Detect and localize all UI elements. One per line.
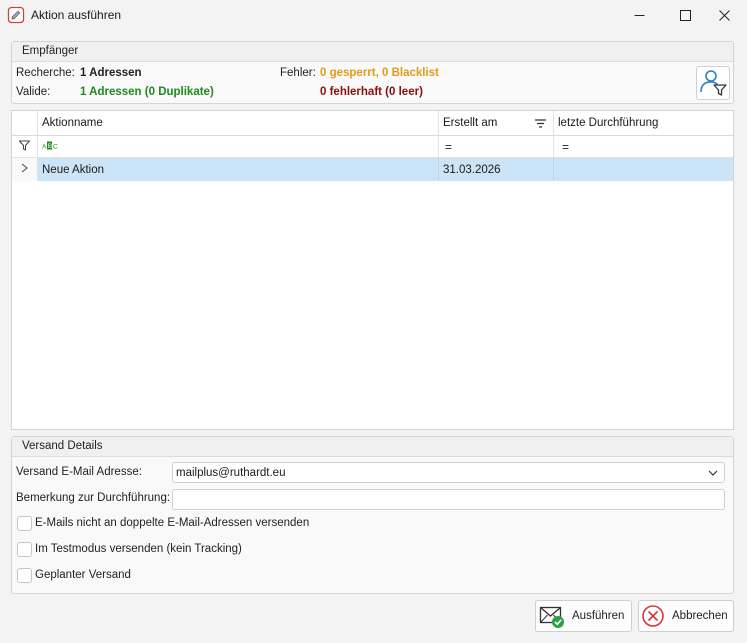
recipients-group: Empfänger Recherche: 1 Adressen Valide: …	[11, 41, 734, 104]
scheduled-label: Geplanter Versand	[35, 569, 131, 581]
email-address-select[interactable]: mailplus@ruthardt.eu	[172, 462, 725, 483]
email-address-label: Versand E-Mail Adresse:	[16, 466, 142, 478]
svg-text:A: A	[42, 143, 47, 150]
actions-grid: Aktionname Erstellt am letzte Durchführu…	[11, 110, 734, 430]
filter-cell-erstellt-am[interactable]: =	[439, 136, 554, 157]
cell-erstellt-am[interactable]: 31.03.2026	[439, 158, 554, 181]
minimize-button[interactable]	[616, 0, 662, 30]
no-duplicates-checkbox[interactable]	[17, 516, 32, 531]
table-row[interactable]: Neue Aktion 31.03.2026	[12, 158, 733, 181]
abc-filter-icon[interactable]: A B C	[42, 141, 58, 153]
column-header-erstellt-am-label: Erstellt am	[443, 117, 498, 129]
svg-text:B: B	[48, 143, 52, 150]
remark-label: Bemerkung zur Durchführung:	[16, 492, 171, 504]
research-value: 1 Adressen	[80, 67, 142, 79]
filter-cell-letzte-durchfuehrung[interactable]: =	[554, 136, 733, 157]
errors-value: 0 gesperrt, 0 Blacklist	[320, 67, 439, 79]
chevron-right-icon[interactable]	[21, 163, 28, 176]
user-filter-icon	[698, 67, 728, 100]
grid-filter-row: A B C = =	[12, 136, 733, 158]
no-duplicates-label: E-Mails nicht an doppelte E-Mail-Adresse…	[35, 517, 310, 529]
cancel-circle-icon	[641, 604, 665, 631]
scheduled-checkbox[interactable]	[17, 568, 32, 583]
mail-send-icon	[539, 603, 565, 632]
sort-filter-icon[interactable]	[535, 119, 546, 131]
cell-aktionname[interactable]: Neue Aktion	[38, 158, 439, 181]
app-icon	[7, 6, 25, 24]
recipients-group-title: Empfänger	[12, 42, 733, 62]
recipient-filter-button[interactable]	[696, 66, 730, 100]
grid-corner-cell	[12, 111, 38, 135]
column-header-letzte-durchfuehrung[interactable]: letzte Durchführung	[554, 111, 733, 135]
row-expand-cell[interactable]	[12, 158, 38, 181]
equals-operator: =	[562, 139, 570, 154]
test-mode-label: Im Testmodus versenden (kein Tracking)	[35, 543, 242, 555]
funnel-icon	[18, 140, 31, 154]
faulty-value: 0 fehlerhaft (0 leer)	[320, 86, 423, 98]
email-address-value: mailplus@ruthardt.eu	[176, 466, 286, 479]
cancel-button-label: Abbrechen	[672, 610, 728, 622]
window-title: Aktion ausführen	[31, 8, 122, 22]
column-header-aktionname[interactable]: Aktionname	[38, 111, 439, 135]
remark-input[interactable]	[172, 489, 725, 510]
filter-cell-aktionname[interactable]: A B C	[38, 136, 439, 157]
shipping-group-title: Versand Details	[12, 437, 733, 457]
valid-label: Valide:	[16, 86, 51, 98]
cancel-button[interactable]: Abbrechen	[638, 600, 734, 632]
shipping-details-group: Versand Details Versand E-Mail Adresse: …	[11, 436, 734, 594]
svg-text:C: C	[53, 143, 58, 150]
title-bar: Aktion ausführen	[0, 0, 747, 30]
close-button[interactable]	[701, 0, 747, 30]
research-label: Recherche:	[16, 67, 75, 79]
execute-button[interactable]: Ausführen	[535, 600, 632, 632]
test-mode-checkbox[interactable]	[17, 542, 32, 557]
execute-button-label: Ausführen	[572, 610, 625, 622]
cell-letzte-durchfuehrung[interactable]	[554, 158, 733, 181]
valid-value: 1 Adressen (0 Duplikate)	[80, 86, 214, 98]
errors-label: Fehler:	[280, 67, 316, 79]
filter-row-icon-cell	[12, 136, 38, 157]
grid-header-row: Aktionname Erstellt am letzte Durchführu…	[12, 111, 733, 136]
equals-operator: =	[445, 139, 453, 154]
column-header-erstellt-am[interactable]: Erstellt am	[439, 111, 554, 135]
chevron-down-icon[interactable]	[708, 468, 718, 480]
